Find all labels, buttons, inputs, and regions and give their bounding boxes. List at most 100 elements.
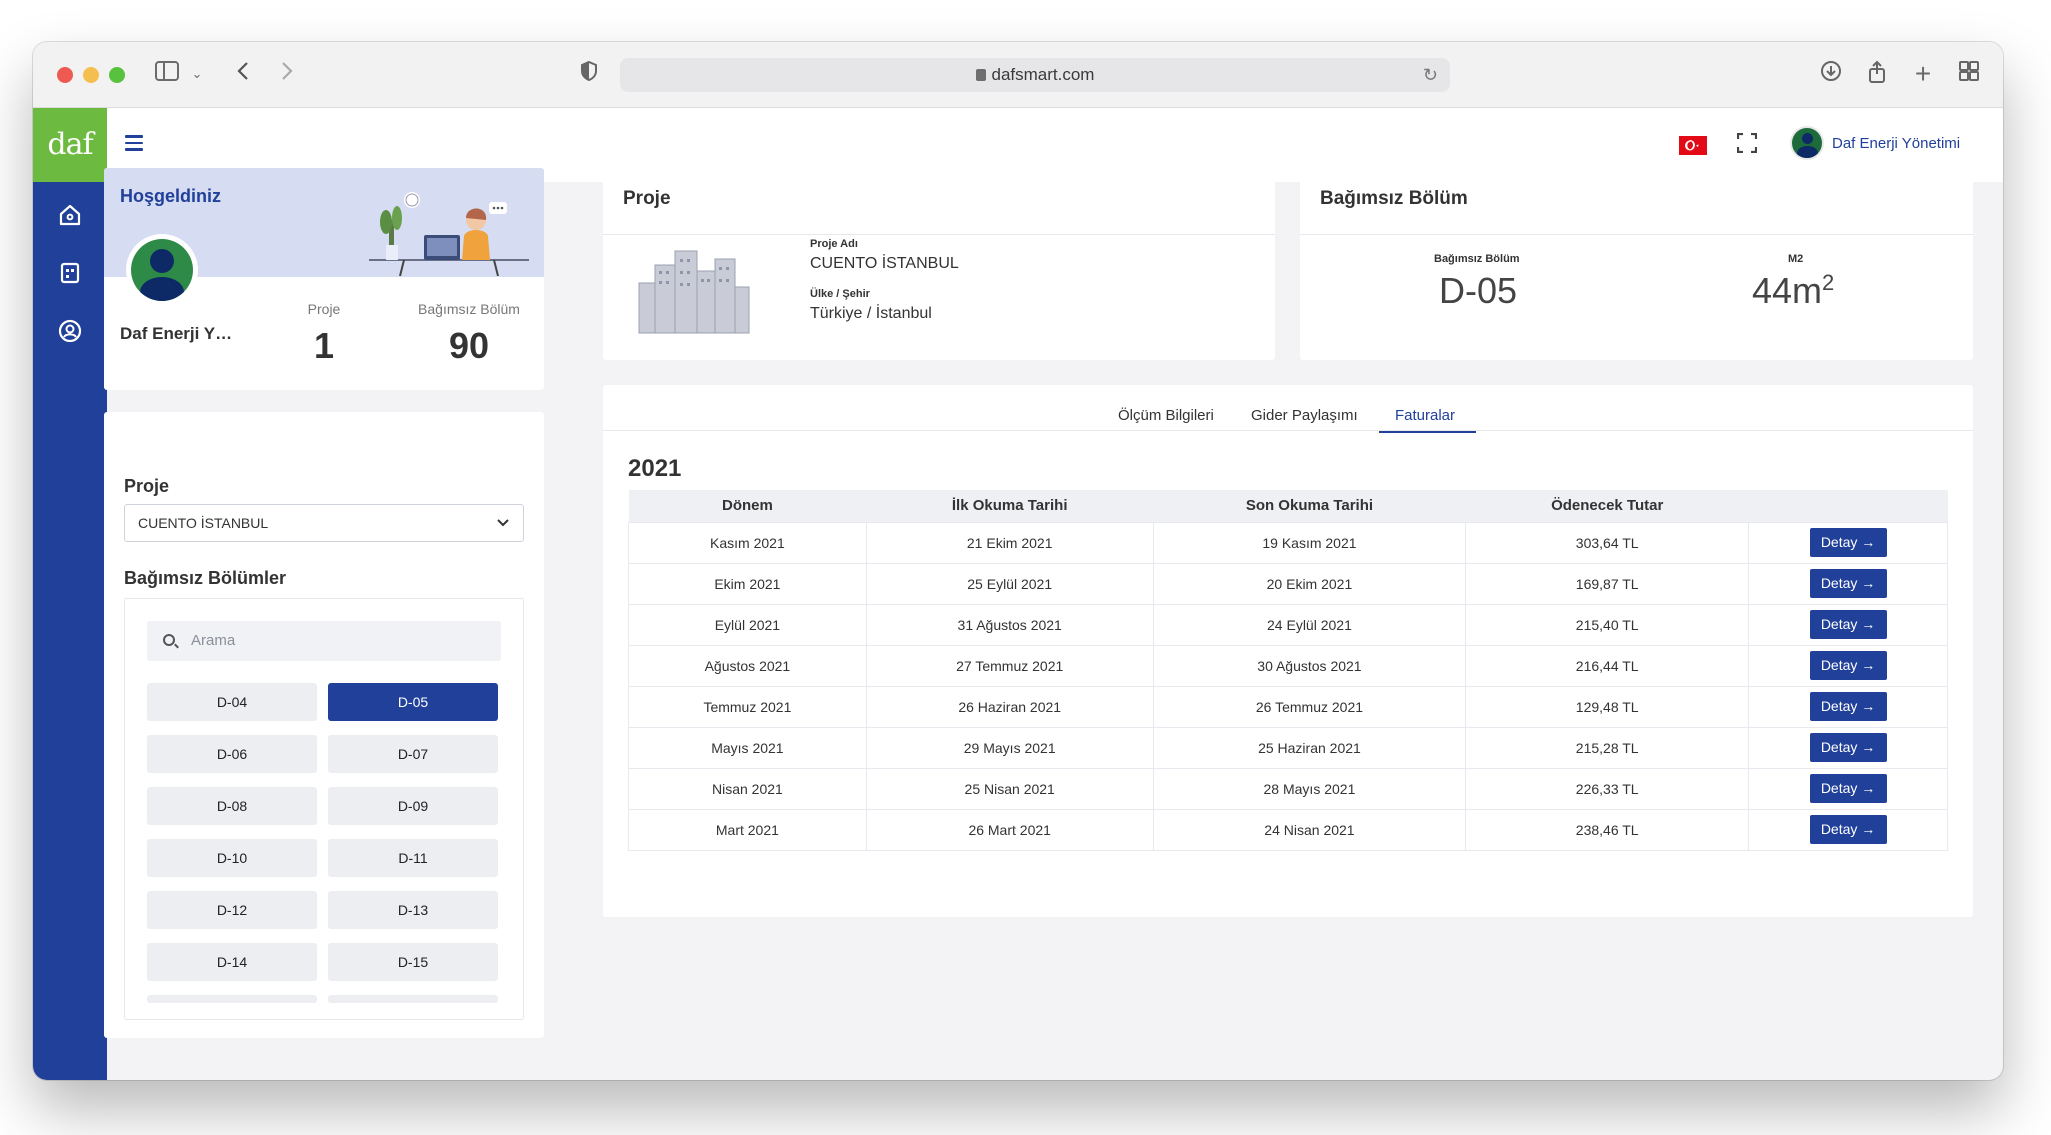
- detail-button[interactable]: Detay →: [1809, 651, 1887, 680]
- privacy-shield-icon[interactable]: [575, 60, 603, 88]
- table-row: Mart 2021 26 Mart 2021 24 Nisan 2021 238…: [628, 808, 1948, 851]
- tab-overview-icon[interactable]: [1955, 60, 1983, 88]
- first-reading-cell: 29 Mayıs 2021: [865, 726, 1154, 769]
- tab-olcum-bilgileri[interactable]: Ölçüm Bilgileri: [1118, 407, 1214, 424]
- column-header-son-okuma: Son Okuma Tarihi: [1153, 490, 1466, 522]
- tab-faturalar[interactable]: Faturalar: [1395, 407, 1455, 424]
- unit-value: D-05: [1439, 270, 1518, 311]
- welcome-avatar: [126, 234, 198, 306]
- invoice-year: 2021: [628, 455, 682, 482]
- chevron-down-icon: [497, 505, 509, 541]
- table-row: Temmuz 2021 26 Haziran 2021 26 Temmuz 20…: [628, 685, 1948, 728]
- new-tab-icon[interactable]: +: [1909, 60, 1937, 88]
- project-location-value: Türkiye / İstanbul: [810, 305, 932, 322]
- unit-button-d-12[interactable]: D-12: [147, 891, 317, 929]
- column-header-ilk-okuma: İlk Okuma Tarihi: [866, 490, 1154, 522]
- zoom-window-button[interactable]: [109, 67, 125, 83]
- browser-toolbar: ⌄ dafsmart.com ↻ +: [33, 42, 2003, 108]
- detail-button[interactable]: Detay →: [1809, 774, 1887, 803]
- detail-button[interactable]: Detay →: [1809, 610, 1887, 639]
- project-name-value: CUENTO İSTANBUL: [810, 255, 959, 272]
- detail-button[interactable]: Detay →: [1809, 569, 1887, 598]
- unit-button-d-14[interactable]: D-14: [147, 943, 317, 981]
- divider: [603, 430, 1973, 431]
- welcome-card: Hoşgeldiniz Daf Enerji Yönetimi Proje 1: [104, 168, 544, 390]
- chevron-down-icon[interactable]: ⌄: [183, 60, 211, 88]
- minimize-window-button[interactable]: [83, 67, 99, 83]
- action-cell: Detay →: [1748, 644, 1948, 687]
- reload-icon[interactable]: ↻: [1423, 58, 1438, 92]
- unit-button-d-13[interactable]: D-13: [328, 891, 498, 929]
- period-cell: Ekim 2021: [628, 562, 867, 605]
- lock-icon: [975, 69, 986, 81]
- arrow-right-icon: →: [1861, 739, 1876, 755]
- action-cell: Detay →: [1748, 562, 1948, 605]
- detail-button[interactable]: Detay →: [1809, 528, 1887, 557]
- amount-cell: 226,33 TL: [1465, 767, 1750, 810]
- arrow-right-icon: →: [1861, 780, 1876, 796]
- unit-button-d-06[interactable]: D-06: [147, 735, 317, 773]
- project-select-value: CUENTO İSTANBUL: [138, 515, 269, 531]
- user-avatar[interactable]: [1790, 126, 1824, 160]
- project-name-label: Proje Adı: [810, 238, 858, 250]
- home-icon[interactable]: [57, 202, 83, 228]
- first-reading-cell: 26 Mart 2021: [865, 808, 1154, 851]
- detail-button[interactable]: Detay →: [1809, 815, 1887, 844]
- project-select[interactable]: CUENTO İSTANBUL: [124, 504, 524, 542]
- url-text: dafsmart.com: [991, 65, 1095, 84]
- app-logo[interactable]: daf: [33, 108, 107, 182]
- last-reading-cell: 24 Nisan 2021: [1152, 808, 1467, 851]
- forward-icon[interactable]: [273, 60, 301, 88]
- user-circle-icon[interactable]: [57, 318, 83, 344]
- unit-button-partial[interactable]: [328, 995, 498, 1003]
- amount-cell: 129,48 TL: [1465, 685, 1750, 728]
- amount-cell: 215,40 TL: [1465, 603, 1750, 646]
- detail-button[interactable]: Detay →: [1809, 692, 1887, 721]
- unit-button-d-15[interactable]: D-15: [328, 943, 498, 981]
- sidebar-toggle-icon[interactable]: [153, 60, 181, 88]
- area-number: 44m: [1752, 270, 1823, 311]
- address-bar[interactable]: dafsmart.com ↻: [620, 58, 1450, 92]
- turkish-flag-icon[interactable]: [1679, 136, 1707, 155]
- amount-cell: 303,64 TL: [1465, 521, 1750, 564]
- unit-button-d-09[interactable]: D-09: [328, 787, 498, 825]
- period-cell: Ağustos 2021: [628, 644, 867, 687]
- download-icon[interactable]: [1817, 60, 1845, 88]
- stat-project-value: 1: [313, 325, 335, 366]
- detail-button[interactable]: Detay →: [1809, 733, 1887, 762]
- stat-unit-label: Bağımsız Bölüm: [418, 301, 520, 317]
- office-illustration: [369, 192, 529, 276]
- area-superscript: 2: [1822, 270, 1835, 295]
- unit-button-d-07[interactable]: D-07: [328, 735, 498, 773]
- unit-search-input[interactable]: Arama: [147, 621, 501, 661]
- building-icon[interactable]: [57, 260, 83, 286]
- detail-button-label: Detay: [1820, 698, 1858, 714]
- unit-button-d-08[interactable]: D-08: [147, 787, 317, 825]
- arrow-right-icon: →: [1861, 657, 1876, 673]
- welcome-title: Hoşgeldiniz: [120, 186, 222, 206]
- back-icon[interactable]: [229, 60, 257, 88]
- amount-cell: 169,87 TL: [1465, 562, 1750, 605]
- unit-button-d-04[interactable]: D-04: [147, 683, 317, 721]
- last-reading-cell: 20 Ekim 2021: [1152, 562, 1467, 605]
- unit-button-d-11[interactable]: D-11: [328, 839, 498, 877]
- tab-gider-paylasimi[interactable]: Gider Paylaşımı: [1251, 407, 1358, 424]
- table-row: Nisan 2021 25 Nisan 2021 28 Mayıs 2021 2…: [628, 767, 1948, 810]
- action-cell: Detay →: [1748, 767, 1948, 810]
- unit-button-d-10[interactable]: D-10: [147, 839, 317, 877]
- unit-button-partial[interactable]: [147, 995, 317, 1003]
- stat-unit-value: 90: [448, 325, 490, 366]
- fullscreen-icon[interactable]: [1736, 132, 1758, 154]
- unit-button-d-05[interactable]: D-05: [328, 683, 498, 721]
- share-icon[interactable]: [1863, 60, 1891, 88]
- search-icon: [163, 634, 175, 646]
- units-list[interactable]: Arama D-04 D-05 D-06 D-07 D-08 D-09 D-10…: [124, 598, 524, 1020]
- arrow-right-icon: →: [1861, 534, 1876, 550]
- menu-icon[interactable]: [125, 135, 143, 151]
- stat-project-label: Proje: [307, 301, 341, 317]
- last-reading-cell: 26 Temmuz 2021: [1152, 685, 1467, 728]
- close-window-button[interactable]: [57, 67, 73, 83]
- city-buildings-image: [638, 250, 750, 334]
- unit-label: Bağımsız Bölüm: [1434, 253, 1520, 265]
- user-menu-name[interactable]: Daf Enerji Yönetimi: [1832, 135, 1960, 152]
